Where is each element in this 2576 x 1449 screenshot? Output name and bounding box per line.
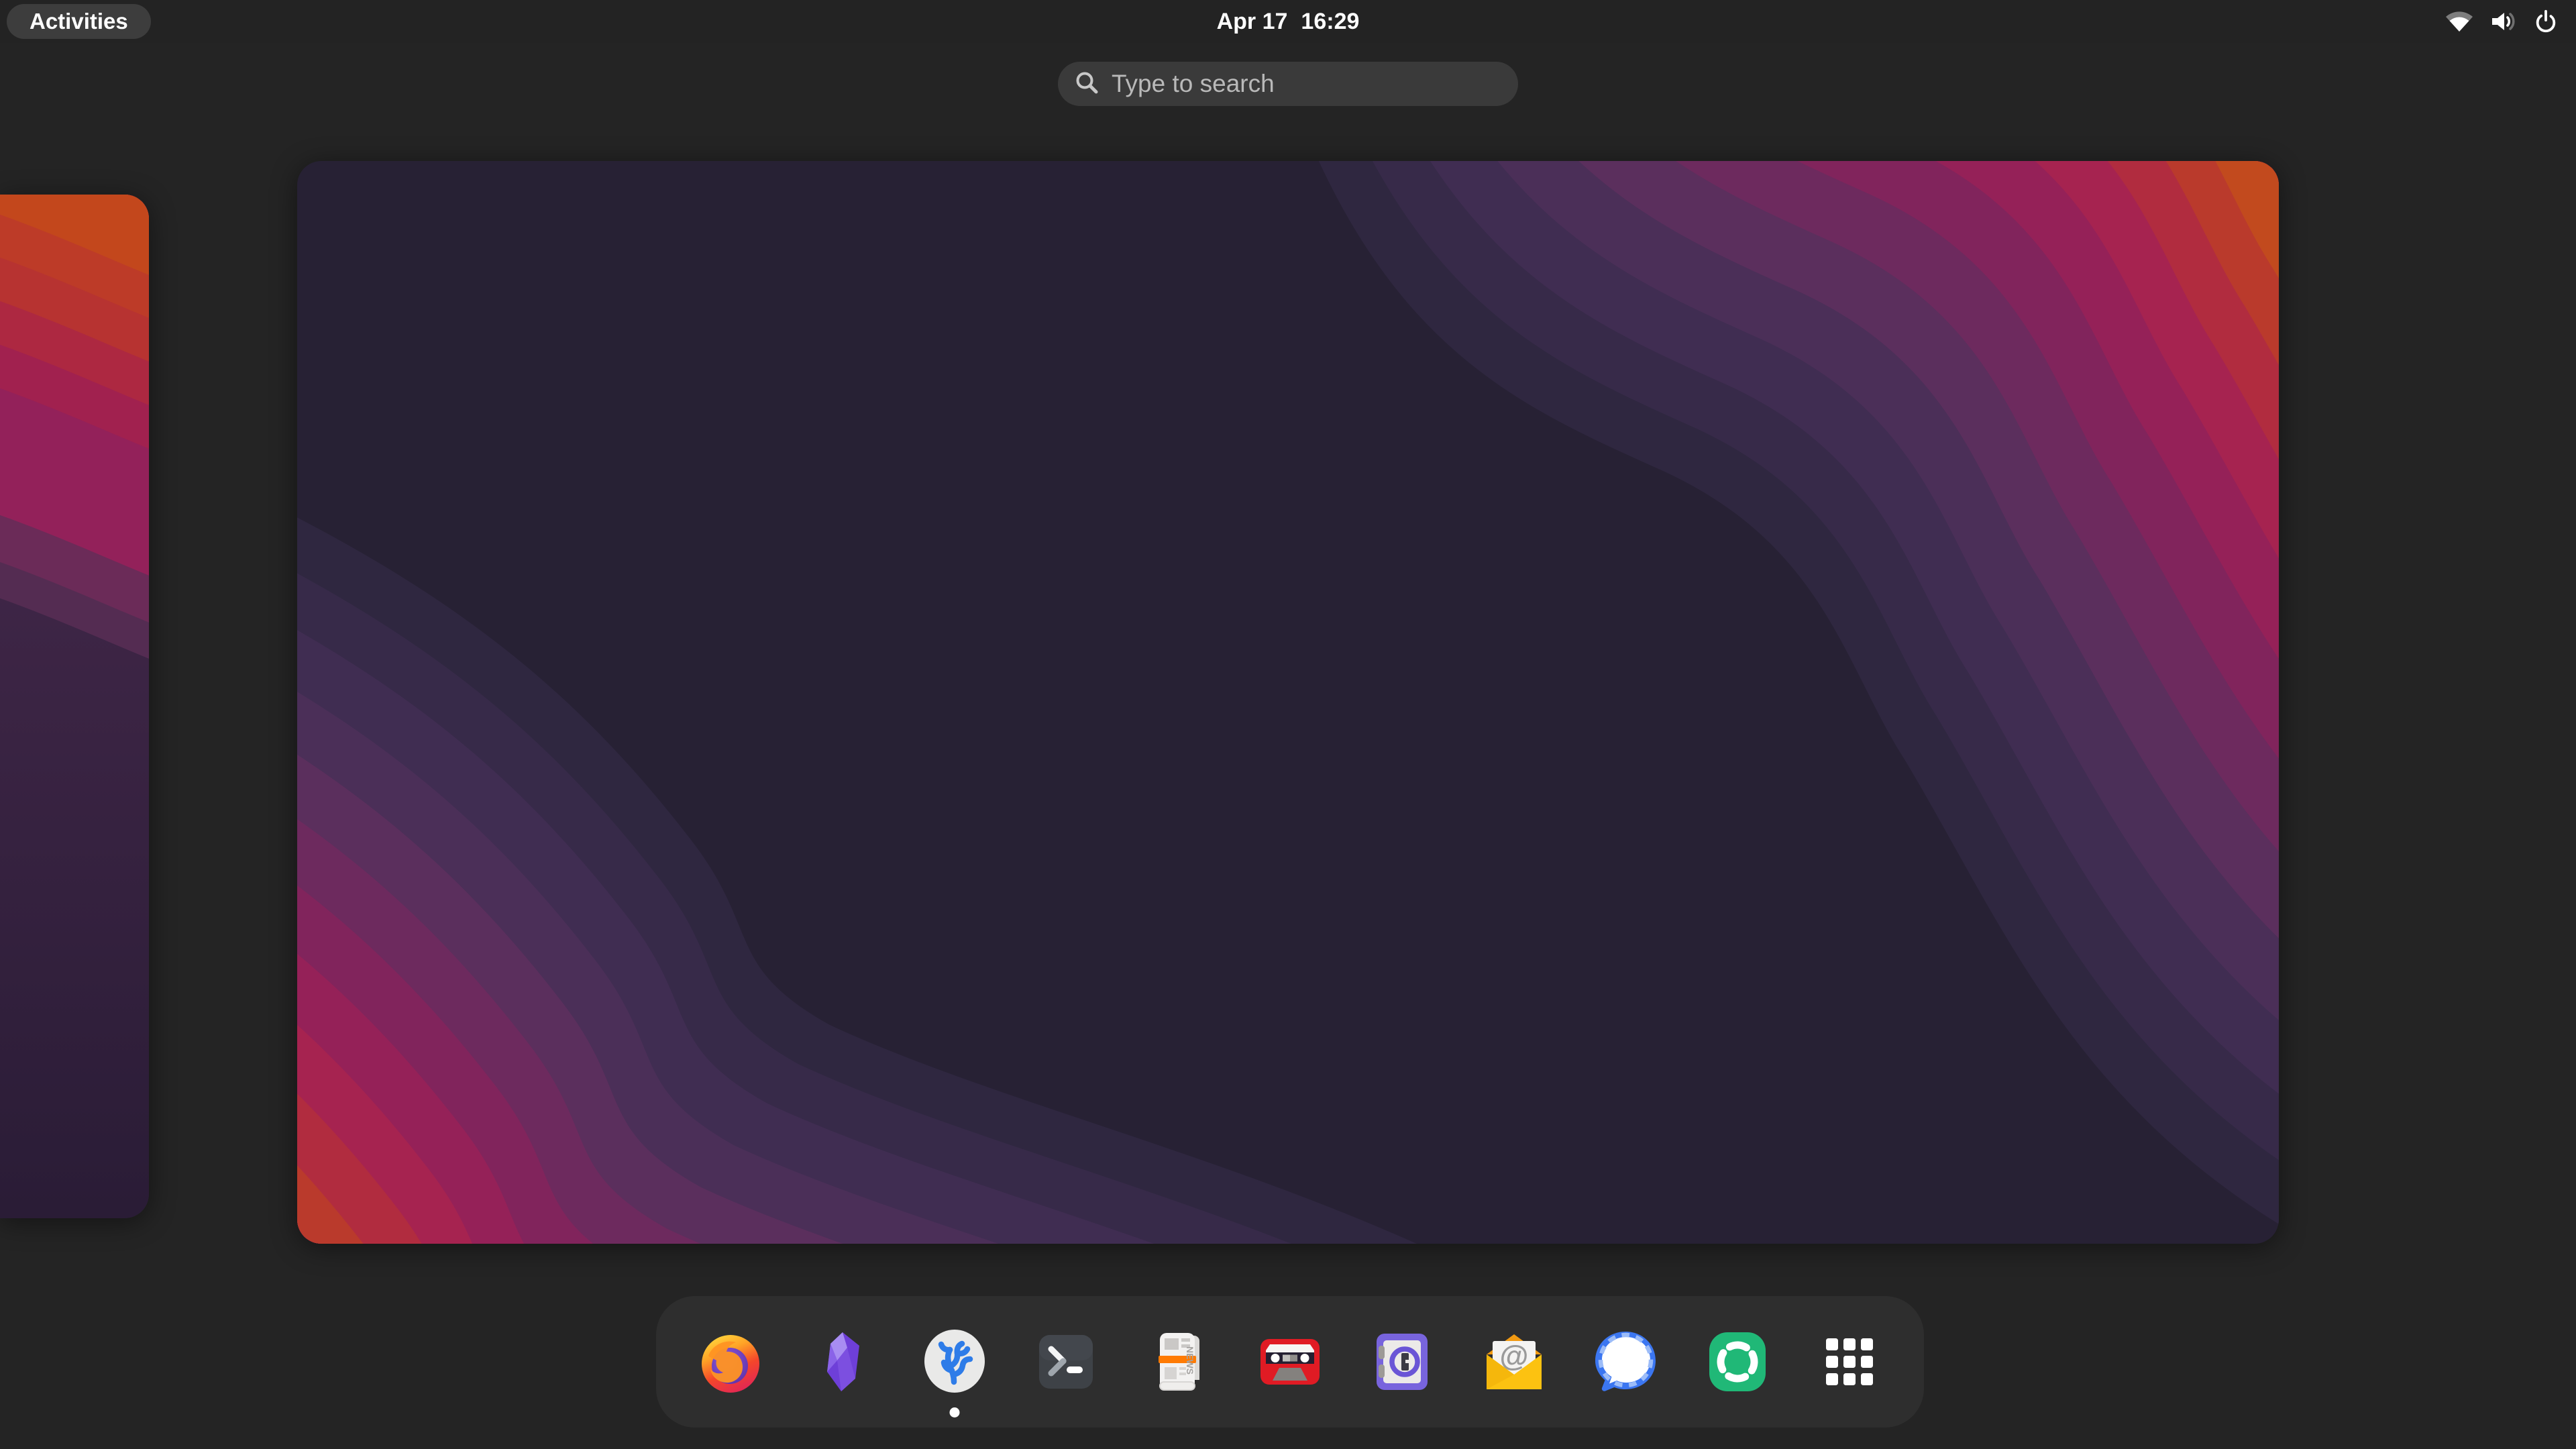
system-status-area[interactable] bbox=[2445, 0, 2559, 43]
dock-item-obsidian[interactable] bbox=[810, 1329, 875, 1395]
terminal-icon bbox=[1033, 1329, 1099, 1395]
safe-vault-icon bbox=[1369, 1329, 1435, 1395]
dock-item-terminal-console[interactable] bbox=[1033, 1329, 1099, 1395]
mail-envelope-icon: @ bbox=[1481, 1329, 1547, 1395]
clock-time: 16:29 bbox=[1301, 9, 1359, 35]
volume-icon bbox=[2490, 11, 2517, 32]
power-icon bbox=[2533, 9, 2559, 34]
dash-dock: NEWS bbox=[656, 1296, 1924, 1428]
dock-item-signal-messenger[interactable] bbox=[1593, 1329, 1658, 1395]
dock-item-sync[interactable] bbox=[1705, 1329, 1770, 1395]
dock-item-cassette-media[interactable] bbox=[1257, 1329, 1323, 1395]
activities-button[interactable]: Activities bbox=[7, 4, 151, 39]
cassette-icon bbox=[1257, 1329, 1323, 1395]
newspaper-icon: NEWS bbox=[1145, 1329, 1211, 1395]
clock-date: Apr 17 bbox=[1217, 9, 1288, 35]
search-bar[interactable] bbox=[1058, 62, 1518, 106]
workspace-preview-left[interactable] bbox=[0, 195, 149, 1218]
top-bar: Activities Apr 17 16:29 bbox=[0, 0, 2576, 43]
dock-item-news-feeds[interactable]: NEWS bbox=[1145, 1329, 1211, 1395]
dock-item-email[interactable]: @ bbox=[1481, 1329, 1547, 1395]
search-icon bbox=[1074, 70, 1099, 99]
sync-arcs-icon bbox=[1705, 1329, 1770, 1395]
obsidian-crystal-icon bbox=[810, 1329, 875, 1395]
workspace-preview-main[interactable] bbox=[297, 161, 2279, 1244]
wifi-icon bbox=[2445, 10, 2474, 33]
dock-item-blue-coral-notes[interactable] bbox=[922, 1329, 987, 1395]
dock-item-firefox[interactable] bbox=[698, 1329, 763, 1395]
running-indicator-dot bbox=[949, 1407, 959, 1417]
show-apps-grid-icon bbox=[1817, 1329, 1882, 1395]
blue-coral-icon bbox=[922, 1329, 987, 1395]
search-input[interactable] bbox=[1110, 69, 1502, 99]
wallpaper-left bbox=[0, 195, 149, 1218]
clock[interactable]: Apr 17 16:29 bbox=[1217, 0, 1360, 43]
wallpaper-main bbox=[297, 161, 2279, 1244]
dock-item-show-apps[interactable] bbox=[1817, 1329, 1882, 1395]
gnome-activities-overview: Activities Apr 17 16:29 bbox=[0, 0, 2576, 1449]
news-label: NEWS bbox=[1185, 1346, 1195, 1375]
firefox-icon bbox=[698, 1329, 763, 1395]
dock-item-password-safe[interactable] bbox=[1369, 1329, 1435, 1395]
signal-icon bbox=[1593, 1329, 1658, 1395]
